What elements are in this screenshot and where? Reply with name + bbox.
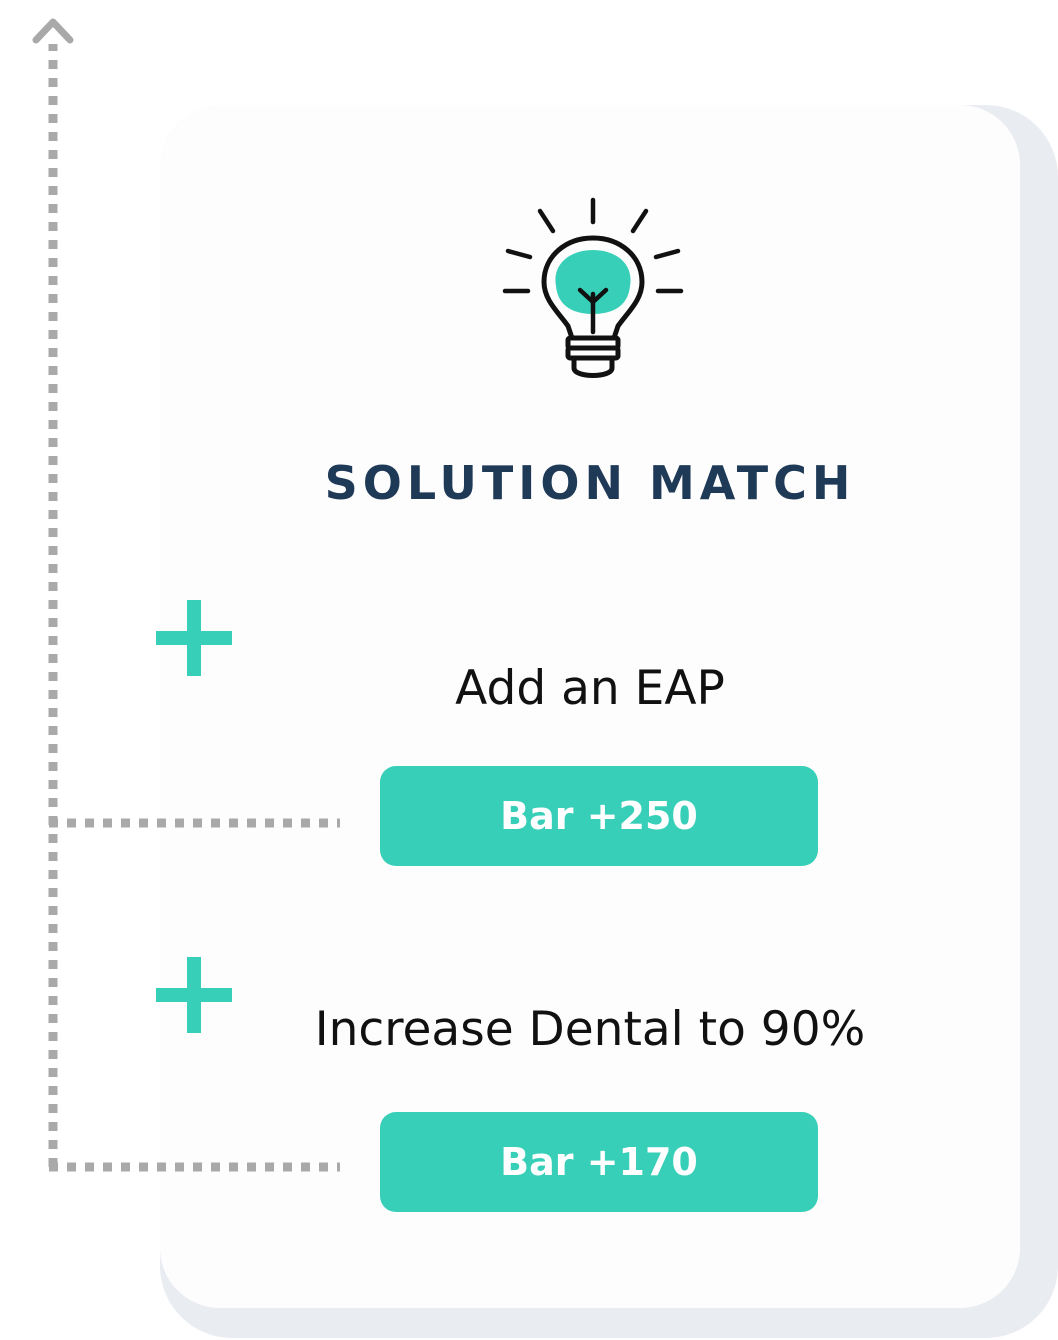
bar-170-button[interactable]: Bar +170 [380, 1112, 818, 1212]
page-title: SOLUTION MATCH [324, 456, 856, 510]
bar-250-button[interactable]: Bar +250 [380, 766, 818, 866]
item-label-add-eap: Add an EAP [455, 661, 725, 716]
item-label-increase-dental: Increase Dental to 90% [314, 1002, 866, 1057]
arrow-up-icon [32, 18, 74, 44]
lightbulb-icon [502, 197, 684, 378]
